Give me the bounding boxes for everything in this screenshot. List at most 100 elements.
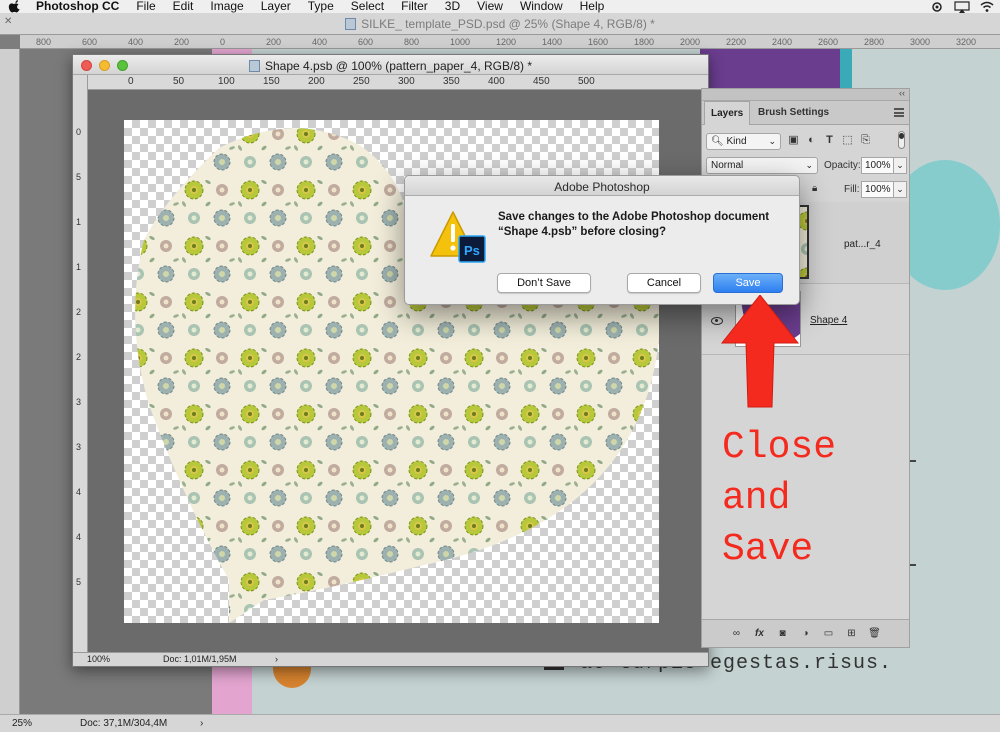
ruler-label: 250 (353, 76, 370, 87)
panel-menu-icon[interactable] (894, 108, 904, 117)
ruler-label: 50 (173, 76, 185, 87)
shape-document-window: Shape 4.psb @ 100% (pattern_paper_4, RGB… (72, 54, 709, 667)
adjustment-layer-icon[interactable]: ◑ (799, 627, 813, 641)
lock-all-icon[interactable]: 🔒︎ (812, 183, 817, 194)
trash-icon[interactable]: 🗑︎ (868, 627, 882, 641)
menu-type[interactable]: Type (308, 0, 334, 13)
tab-layers[interactable]: Layers (704, 101, 751, 125)
fx-icon[interactable]: fx (753, 627, 767, 641)
ruler-label: 1400 (542, 37, 563, 47)
wifi-icon[interactable] (980, 1, 994, 13)
new-layer-icon[interactable]: ⊞ (845, 627, 859, 641)
collapse-panel-icon[interactable]: ‹‹ (899, 88, 905, 98)
main-document-title: SILKE_ template_PSD.psd @ 25% (Shape 4, … (361, 17, 655, 31)
blend-mode-select[interactable]: Normal ⌄ (706, 157, 818, 174)
main-zoom-level[interactable]: 25% (12, 718, 32, 729)
menu-app-name[interactable]: Photoshop CC (36, 0, 119, 13)
shape-document-titlebar[interactable]: Shape 4.psb @ 100% (pattern_paper_4, RGB… (73, 55, 708, 75)
cancel-button[interactable]: Cancel (627, 273, 701, 293)
type-filter-icon[interactable]: T (824, 135, 835, 146)
ruler-label: 1600 (588, 37, 609, 47)
ruler-label: 5 (76, 172, 82, 182)
filter-kind-select[interactable]: 🔍︎ Kind ⌄ (706, 133, 781, 150)
shape-zoom-level[interactable]: 100% (87, 654, 110, 664)
menu-help[interactable]: Help (580, 0, 605, 13)
guide-mark (910, 564, 916, 566)
apple-icon[interactable] (8, 0, 22, 13)
status-menu-arrow-icon[interactable]: › (200, 718, 203, 729)
main-vertical-ruler[interactable] (0, 49, 20, 714)
menu-image[interactable]: Image (210, 0, 243, 13)
ruler-label: 1 (76, 217, 82, 227)
close-and-save-annotation: Close and Save (722, 426, 837, 571)
ruler-label: 2000 (680, 37, 701, 47)
menu-layer[interactable]: Layer (261, 0, 291, 13)
guide-mark (910, 460, 916, 462)
shape-horizontal-ruler[interactable]: 0 50 100 150 200 250 300 350 400 450 500 (88, 75, 708, 90)
ruler-label: 500 (578, 76, 595, 87)
ruler-label: 3200 (956, 37, 977, 47)
opacity-dropdown-icon[interactable]: ⌄ (894, 157, 907, 174)
menu-view[interactable]: View (477, 0, 503, 13)
menu-window[interactable]: Window (520, 0, 563, 13)
blend-mode-value: Normal (711, 160, 744, 171)
fill-dropdown-icon[interactable]: ⌄ (894, 181, 907, 198)
add-mask-icon[interactable]: ◙ (776, 627, 790, 641)
search-icon: 🔍︎ (711, 136, 727, 147)
layer-name-shape[interactable]: Shape 4 (810, 315, 847, 326)
menubar-status-icons (930, 0, 1000, 13)
menu-select[interactable]: Select (351, 0, 384, 13)
shape-doc-size: Doc: 1,01M/1,95M (163, 654, 237, 664)
ruler-label: 800 (404, 37, 420, 47)
warning-icon: Ps (430, 211, 486, 263)
smart-object-filter-icon[interactable]: ⎘ (860, 135, 871, 146)
chevron-down-icon: ⌄ (768, 136, 776, 146)
main-horizontal-ruler[interactable]: 800 600 400 200 0 200 400 600 800 1000 1200 1400 160… (20, 35, 1000, 49)
ruler-label: 800 (36, 37, 52, 47)
ruler-label: 3 (76, 442, 82, 452)
menu-edit[interactable]: Edit (173, 0, 194, 13)
shape-document-status-bar: 100% Doc: 1,01M/1,95M › (73, 652, 708, 666)
fill-field[interactable]: 100% (861, 181, 894, 198)
pixel-filter-icon[interactable]: ▣ (788, 135, 799, 146)
psd-file-icon (345, 18, 357, 30)
controls-icon[interactable] (930, 1, 944, 13)
ruler-label: 2 (76, 352, 82, 362)
ruler-label: 300 (398, 76, 415, 87)
dialog-title: Adobe Photoshop (554, 180, 650, 194)
layer-name-pattern[interactable]: pat...r_4 (844, 239, 881, 250)
ruler-label: 100 (218, 76, 235, 87)
ruler-label: 2800 (864, 37, 885, 47)
menu-bar: Photoshop CC File Edit Image Layer Type … (0, 0, 1000, 13)
ruler-label: 400 (312, 37, 328, 47)
main-status-bar: 25% Doc: 37,1M/304,4M › (0, 714, 1000, 732)
airplay-icon[interactable] (954, 0, 970, 13)
ruler-label: 4 (76, 532, 82, 542)
shape-document-title: Shape 4.psb @ 100% (pattern_paper_4, RGB… (264, 59, 532, 73)
ruler-label: 150 (263, 76, 280, 87)
teal-strip (840, 49, 852, 89)
panel-dock-header[interactable]: ‹‹ (702, 88, 909, 101)
ruler-label: 350 (443, 76, 460, 87)
status-menu-arrow-icon[interactable]: › (275, 654, 278, 664)
shape-vertical-ruler[interactable]: 0 5 1 1 2 2 3 3 4 4 5 (73, 75, 88, 652)
new-group-icon[interactable]: ▭ (822, 627, 836, 641)
menu-3d[interactable]: 3D (445, 0, 460, 13)
menu-filter[interactable]: Filter (401, 0, 428, 13)
tab-brush-settings[interactable]: Brush Settings (752, 101, 835, 125)
filter-toggle-switch[interactable] (898, 131, 905, 149)
save-button[interactable]: Save (713, 273, 783, 293)
link-layers-icon[interactable]: ∞ (730, 627, 744, 641)
opacity-field[interactable]: 100% (861, 157, 894, 174)
shape-filter-icon[interactable]: ⬚ (842, 135, 853, 146)
ruler-label: 400 (128, 37, 144, 47)
dont-save-button[interactable]: Don’t Save (497, 273, 591, 293)
layers-panel-footer: ∞ fx ◙ ◑ ▭ ⊞ 🗑︎ (702, 619, 909, 647)
opacity-label: Opacity: (824, 160, 861, 171)
ruler-label: 2600 (818, 37, 839, 47)
adjustment-filter-icon[interactable]: ◐ (806, 135, 817, 146)
ruler-label: 2200 (726, 37, 747, 47)
menu-file[interactable]: File (136, 0, 155, 13)
main-document-tab[interactable]: ✕ SILKE_ template_PSD.psd @ 25% (Shape 4… (0, 13, 1000, 35)
ruler-label: 2400 (772, 37, 793, 47)
